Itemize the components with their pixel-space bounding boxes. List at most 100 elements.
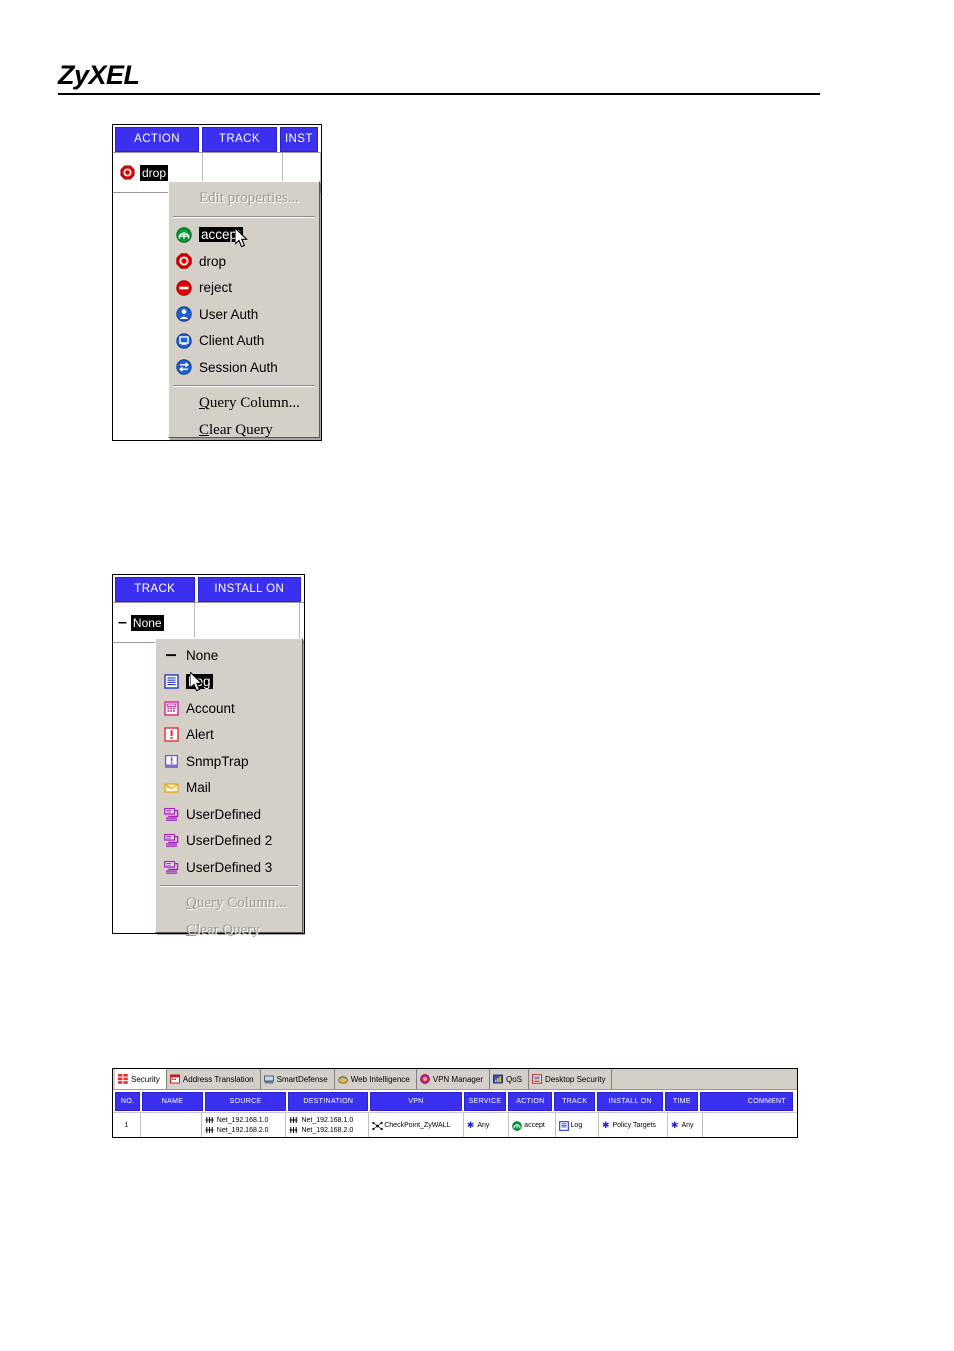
session-auth-icon — [175, 358, 193, 376]
cell-track[interactable]: – None — [113, 603, 195, 642]
menu-item-drop[interactable]: drop — [169, 248, 319, 275]
userdefined-icon — [162, 858, 180, 876]
accel-char: Q — [186, 895, 197, 912]
any-star-icon: ✱ — [601, 1119, 610, 1130]
tab-address-translation-label: Address Translation — [182, 1074, 254, 1084]
column-header-install-on[interactable]: INST — [279, 127, 318, 152]
action-panel-header-row: ACTION TRACK INST — [113, 125, 321, 152]
reject-icon — [175, 279, 193, 297]
tab-qos[interactable]: QoS — [490, 1069, 530, 1089]
rb-cell-time-value: Any — [681, 1121, 694, 1129]
rb-cell-track[interactable]: Log — [556, 1113, 599, 1137]
document-header: ZyXEL — [58, 60, 820, 95]
rb-cell-destination[interactable]: Net_192.168.1.0 Net_192.168.2.0 — [286, 1113, 370, 1137]
rb-column-comment[interactable]: COMMENT — [700, 1092, 793, 1111]
rb-cell-name[interactable] — [141, 1113, 202, 1137]
account-icon — [162, 699, 180, 717]
menu-item-alert[interactable]: Alert — [156, 722, 302, 749]
rb-column-name[interactable]: NAME — [142, 1092, 203, 1111]
rb-column-source[interactable]: SOURCE — [204, 1092, 287, 1111]
menu-item-log[interactable]: Log — [156, 669, 302, 696]
rb-cell-no[interactable]: 1 — [113, 1113, 141, 1137]
menu-item-userdefined-2[interactable]: UserDefined 2 — [156, 828, 302, 855]
accel-char: Q — [199, 395, 210, 412]
menu-item-clear-query[interactable]: Clear Query — [169, 417, 319, 444]
snmptrap-icon — [162, 752, 180, 770]
menu-separator — [173, 384, 315, 387]
menu-item-session-auth[interactable]: Session Auth — [169, 354, 319, 381]
tab-address-translation[interactable]: Address Translation — [167, 1069, 261, 1089]
menu-item-client-auth[interactable]: Client Auth — [169, 328, 319, 355]
column-header-track[interactable]: TRACK — [115, 577, 195, 602]
column-header-action[interactable]: ACTION — [115, 127, 200, 152]
table-row[interactable]: 1 Net_192.168.1.0 Net_192.168.2.0 Net_19… — [113, 1112, 797, 1137]
userdefined-icon — [162, 805, 180, 823]
column-header-install-on[interactable]: INSTALL ON — [197, 577, 301, 602]
desktopsec-icon — [532, 1074, 542, 1084]
zyxel-logo: ZyXEL — [58, 60, 140, 90]
rb-column-service[interactable]: SERVICE — [463, 1092, 507, 1111]
tab-desktop-security[interactable]: Desktop Security — [529, 1069, 613, 1089]
menu-item-reject[interactable]: reject — [169, 275, 319, 302]
network-object-icon — [289, 1116, 298, 1124]
accept-icon — [175, 226, 193, 244]
rb-column-track[interactable]: TRACK — [554, 1092, 596, 1111]
tab-vpn-manager[interactable]: VPN Manager — [417, 1069, 490, 1089]
menu-item-userdefined[interactable]: UserDefined — [156, 801, 302, 828]
menu-item-accept[interactable]: accept — [169, 222, 319, 249]
menu-item-query-column[interactable]: Query Column... — [156, 891, 302, 918]
vpnmanager-icon — [419, 1074, 430, 1084]
rb-cell-action[interactable]: accept — [509, 1113, 556, 1137]
rb-column-install-on[interactable]: INSTALL ON — [597, 1092, 664, 1111]
column-header-track[interactable]: TRACK — [202, 127, 277, 152]
menu-item-mail[interactable]: Mail — [156, 775, 302, 802]
alert-icon — [162, 726, 180, 744]
any-star-icon: ✱ — [466, 1119, 475, 1130]
rb-cell-vpn[interactable]: CheckPoint_ZyWALL — [369, 1113, 464, 1137]
rb-column-vpn[interactable]: VPN — [370, 1092, 462, 1111]
menu-item-account[interactable]: Account — [156, 695, 302, 722]
menu-item-query-column[interactable]: Query Column... — [169, 391, 319, 418]
rb-cell-track-value: Log — [570, 1121, 583, 1129]
accel-char: C — [199, 421, 210, 438]
tab-security-label: Security — [131, 1074, 160, 1084]
rb-cell-source[interactable]: Net_192.168.1.0 Net_192.168.2.0 — [202, 1113, 287, 1137]
security-icon — [118, 1074, 128, 1084]
rb-column-destination[interactable]: DESTINATION — [288, 1092, 369, 1111]
tab-smartdefense-label: SmartDefense — [276, 1074, 328, 1084]
log-icon — [558, 1121, 569, 1131]
rb-column-time[interactable]: TIME — [665, 1092, 699, 1111]
menu-item-edit-properties[interactable]: Edit properties... — [169, 185, 319, 212]
menu-item-user-auth[interactable]: User Auth — [169, 301, 319, 328]
userdefined-icon — [162, 832, 180, 850]
tab-security[interactable]: Security — [115, 1069, 167, 1089]
any-star-icon: ✱ — [670, 1119, 679, 1130]
menu-item-clear-query[interactable]: Clear Query — [156, 917, 302, 944]
tab-web-intelligence[interactable]: Web Intelligence — [335, 1069, 417, 1089]
menu-separator — [160, 884, 298, 887]
tab-qos-label: QoS — [506, 1074, 523, 1084]
rb-cell-action-value: accept — [524, 1121, 545, 1129]
rb-cell-vpn-value: CheckPoint_ZyWALL — [384, 1121, 451, 1129]
network-object-icon — [289, 1126, 298, 1134]
track-panel-body-row: – None — [113, 602, 304, 642]
rb-cell-comment[interactable] — [703, 1113, 797, 1137]
rb-column-action[interactable]: ACTION — [508, 1092, 553, 1111]
rb-column-no[interactable]: NO. — [115, 1092, 141, 1111]
tab-vpn-manager-label: VPN Manager — [432, 1074, 483, 1084]
cell-install-on[interactable] — [195, 603, 300, 642]
menu-item-snmptrap[interactable]: SnmpTrap — [156, 748, 302, 775]
tab-smartdefense[interactable]: SmartDefense — [261, 1069, 335, 1089]
webintel-icon — [337, 1074, 348, 1084]
menu-item-none[interactable]: None — [156, 642, 302, 669]
track-context-menu: None Log Account Alert SnmpTrap Mail Use… — [155, 638, 303, 938]
menu-item-clear-query-label: lear Query — [196, 921, 260, 938]
menu-item-userdefined-3[interactable]: UserDefined 3 — [156, 854, 302, 881]
rb-cell-install-on[interactable]: ✱ Policy Targets — [599, 1113, 668, 1137]
track-panel-header-row: TRACK INSTALL ON — [113, 575, 304, 602]
cell-action-value: drop — [140, 164, 169, 181]
rb-cell-service[interactable]: ✱ Any — [464, 1113, 510, 1137]
rb-cell-time[interactable]: ✱ Any — [668, 1113, 704, 1137]
rb-cell-service-value: Any — [477, 1121, 490, 1129]
network-object-icon — [205, 1116, 214, 1124]
